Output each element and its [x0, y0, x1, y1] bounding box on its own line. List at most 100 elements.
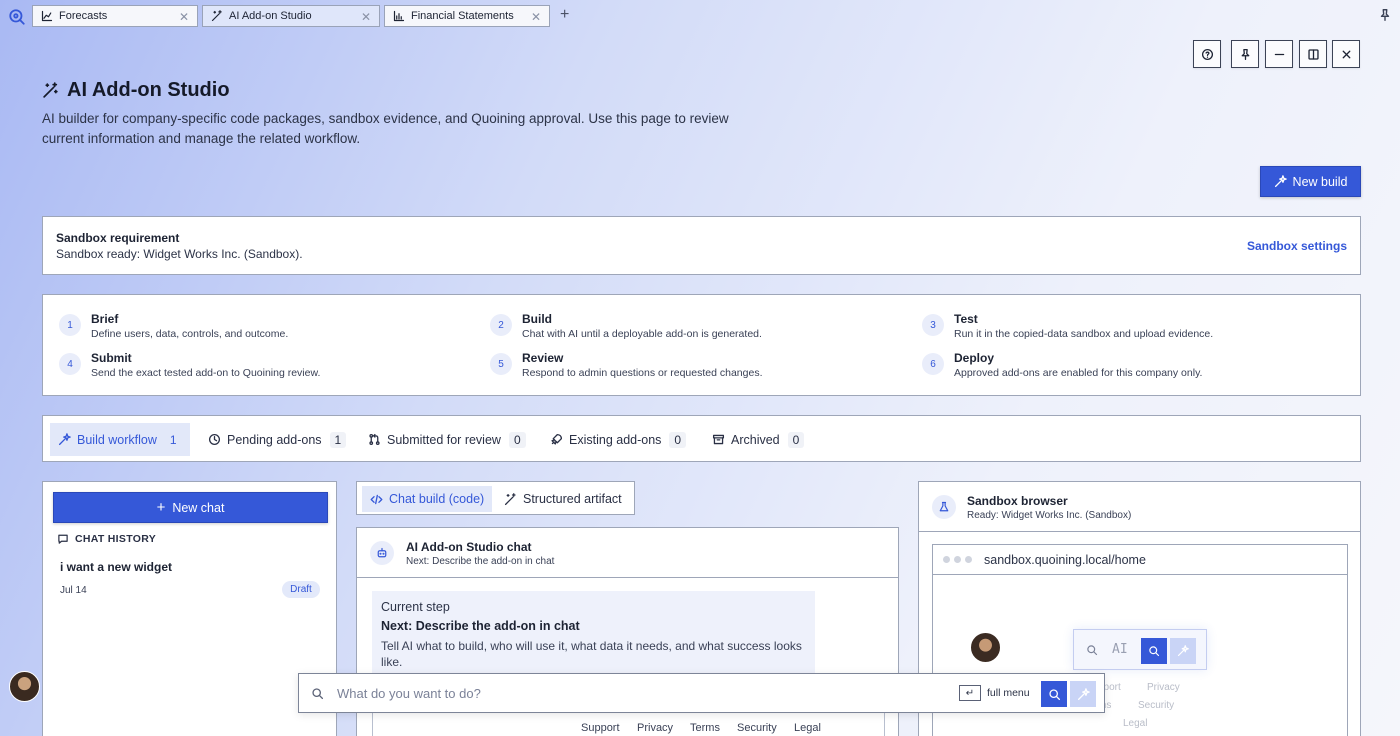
tab-financial-statements[interactable]: Financial Statements ✕	[384, 5, 550, 27]
tab-count: 1	[329, 431, 347, 448]
sandbox-search-button[interactable]	[1141, 638, 1167, 664]
plus-icon: +	[156, 499, 166, 516]
sandbox-requirement-status: Sandbox ready: Widget Works Inc. (Sandbo…	[56, 247, 303, 261]
message-icon	[58, 534, 68, 544]
full-menu-label[interactable]: full menu	[987, 687, 1030, 699]
git-pull-request-icon	[369, 433, 380, 446]
sparkle-icon	[58, 433, 71, 446]
sandbox-browser-title: Sandbox browser	[967, 494, 1068, 508]
step-number: 3	[922, 314, 944, 336]
tab-existing-add-ons[interactable]: Existing add-ons 0	[542, 423, 694, 456]
page-title: AI Add-on Studio	[42, 79, 230, 102]
footer-link-support[interactable]: Support	[581, 722, 620, 734]
current-step-box: Current step Next: Describe the add-on i…	[372, 591, 815, 675]
close-icon[interactable]: ✕	[531, 10, 541, 24]
window-dot	[954, 556, 961, 563]
pin-icon[interactable]	[1378, 8, 1392, 22]
assistant-avatar[interactable]	[970, 632, 1001, 663]
line-chart-icon	[41, 10, 53, 22]
pin-button[interactable]	[1231, 40, 1259, 68]
new-build-button[interactable]: New build	[1260, 166, 1361, 197]
magic-wand-icon	[504, 492, 516, 505]
sandbox-search-text: AI	[1112, 642, 1128, 657]
new-chat-button[interactable]: + New chat	[53, 492, 328, 523]
magic-wand-icon	[43, 82, 58, 98]
code-icon	[370, 494, 383, 504]
new-build-label: New build	[1292, 174, 1348, 189]
ghost-link: Legal	[1123, 718, 1148, 729]
sandbox-search-bar[interactable]: AI	[1073, 629, 1207, 670]
page-description: AI builder for company-specific code pac…	[42, 111, 729, 146]
browser-address-bar: sandbox.quoining.local/home	[933, 545, 1347, 575]
command-input[interactable]: What do you want to do?	[337, 686, 481, 701]
app-logo-icon[interactable]	[8, 8, 26, 26]
flask-icon	[939, 501, 949, 512]
user-avatar[interactable]	[9, 671, 40, 702]
minimize-button[interactable]	[1265, 40, 1293, 68]
close-icon[interactable]: ✕	[179, 10, 189, 24]
current-step-title: Next: Describe the add-on in chat	[381, 619, 580, 633]
step-desc: Run it in the copied-data sandbox and up…	[954, 328, 1214, 340]
footer-link-terms[interactable]: Terms	[690, 722, 720, 734]
chat-title: AI Add-on Studio chat	[406, 540, 532, 554]
tab-submitted-for-review[interactable]: Submitted for review 0	[360, 423, 534, 456]
ghost-link: Privacy	[1147, 682, 1180, 693]
tab-structured-artifact[interactable]: Structured artifact	[496, 486, 630, 512]
divider	[919, 531, 1360, 532]
step-number: 2	[490, 314, 512, 336]
command-bar[interactable]: What do you want to do? ↵ full menu	[298, 673, 1105, 713]
step-test: 3 Test Run it in the copied-data sandbox …	[922, 312, 1213, 340]
command-search-button[interactable]	[1041, 681, 1067, 707]
step-review: 5 Review Respond to admin questions or re…	[490, 351, 763, 379]
tab-build-workflow[interactable]: Build workflow 1	[50, 423, 190, 456]
chat-history-heading: CHAT HISTORY	[57, 533, 156, 545]
sparkle-icon	[1077, 687, 1090, 700]
footer-link-legal[interactable]: Legal	[794, 722, 821, 734]
step-desc: Send the exact tested add-on to Quoining…	[91, 367, 321, 379]
close-icon	[1342, 50, 1350, 58]
tab-pending-add-ons[interactable]: Pending add-ons 1	[200, 423, 354, 456]
help-button[interactable]	[1193, 40, 1221, 68]
tab-label: Chat build (code)	[389, 492, 485, 506]
sandbox-settings-link[interactable]: Sandbox settings	[1247, 239, 1347, 253]
history-item-title[interactable]: i want a new widget	[60, 560, 172, 574]
tab-ai-add-on-studio[interactable]: AI Add-on Studio ✕	[202, 5, 380, 27]
workflow-steps-card: 1 Brief Define users, data, controls, and…	[42, 294, 1361, 396]
tab-strip: Forecasts ✕ AI Add-on Studio ✕ Financial…	[0, 0, 1400, 32]
footer-link-security[interactable]: Security	[737, 722, 777, 734]
chat-history-panel: + New chat CHAT HISTORY i want a new wid…	[42, 481, 337, 736]
step-build: 2 Build Chat with AI until a deployable a…	[490, 312, 762, 340]
tab-count: 0	[787, 431, 805, 448]
tab-count: 0	[669, 431, 687, 448]
window-dot	[943, 556, 950, 563]
sandbox-requirement-card: Sandbox requirement Sandbox ready: Widge…	[42, 216, 1361, 275]
tab-forecasts[interactable]: Forecasts ✕	[32, 5, 198, 27]
step-submit: 4 Submit Send the exact tested add-on to …	[59, 351, 320, 379]
mode-tabs: Chat build (code) Structured artifact	[356, 481, 635, 515]
command-ai-button[interactable]	[1070, 681, 1096, 707]
search-icon	[1087, 645, 1098, 656]
search-icon	[1149, 646, 1160, 657]
tab-count: 0	[508, 431, 526, 448]
tab-count: 1	[169, 432, 177, 447]
close-window-button[interactable]	[1332, 40, 1360, 68]
tab-label: Forecasts	[59, 10, 108, 22]
footer-link-privacy[interactable]: Privacy	[637, 722, 673, 734]
archive-icon	[712, 434, 725, 445]
tab-archived[interactable]: Archived 0	[704, 423, 812, 456]
help-icon	[1201, 48, 1213, 60]
sandbox-ai-button[interactable]	[1170, 638, 1196, 664]
step-number: 6	[922, 353, 944, 375]
chat-subtitle: Next: Describe the add-on in chat	[406, 556, 555, 567]
step-brief: 1 Brief Define users, data, controls, and…	[59, 312, 288, 340]
step-title: Review	[522, 351, 564, 365]
sandbox-avatar	[932, 495, 956, 519]
search-icon	[312, 688, 324, 700]
browser-url[interactable]: sandbox.quoining.local/home	[984, 553, 1146, 567]
close-icon[interactable]: ✕	[361, 10, 371, 24]
tab-chat-build-code[interactable]: Chat build (code)	[362, 486, 493, 512]
window-dot	[965, 556, 972, 563]
add-tab-button[interactable]: +	[560, 6, 569, 24]
tab-label: Financial Statements	[411, 10, 514, 22]
split-view-button[interactable]	[1299, 40, 1327, 68]
